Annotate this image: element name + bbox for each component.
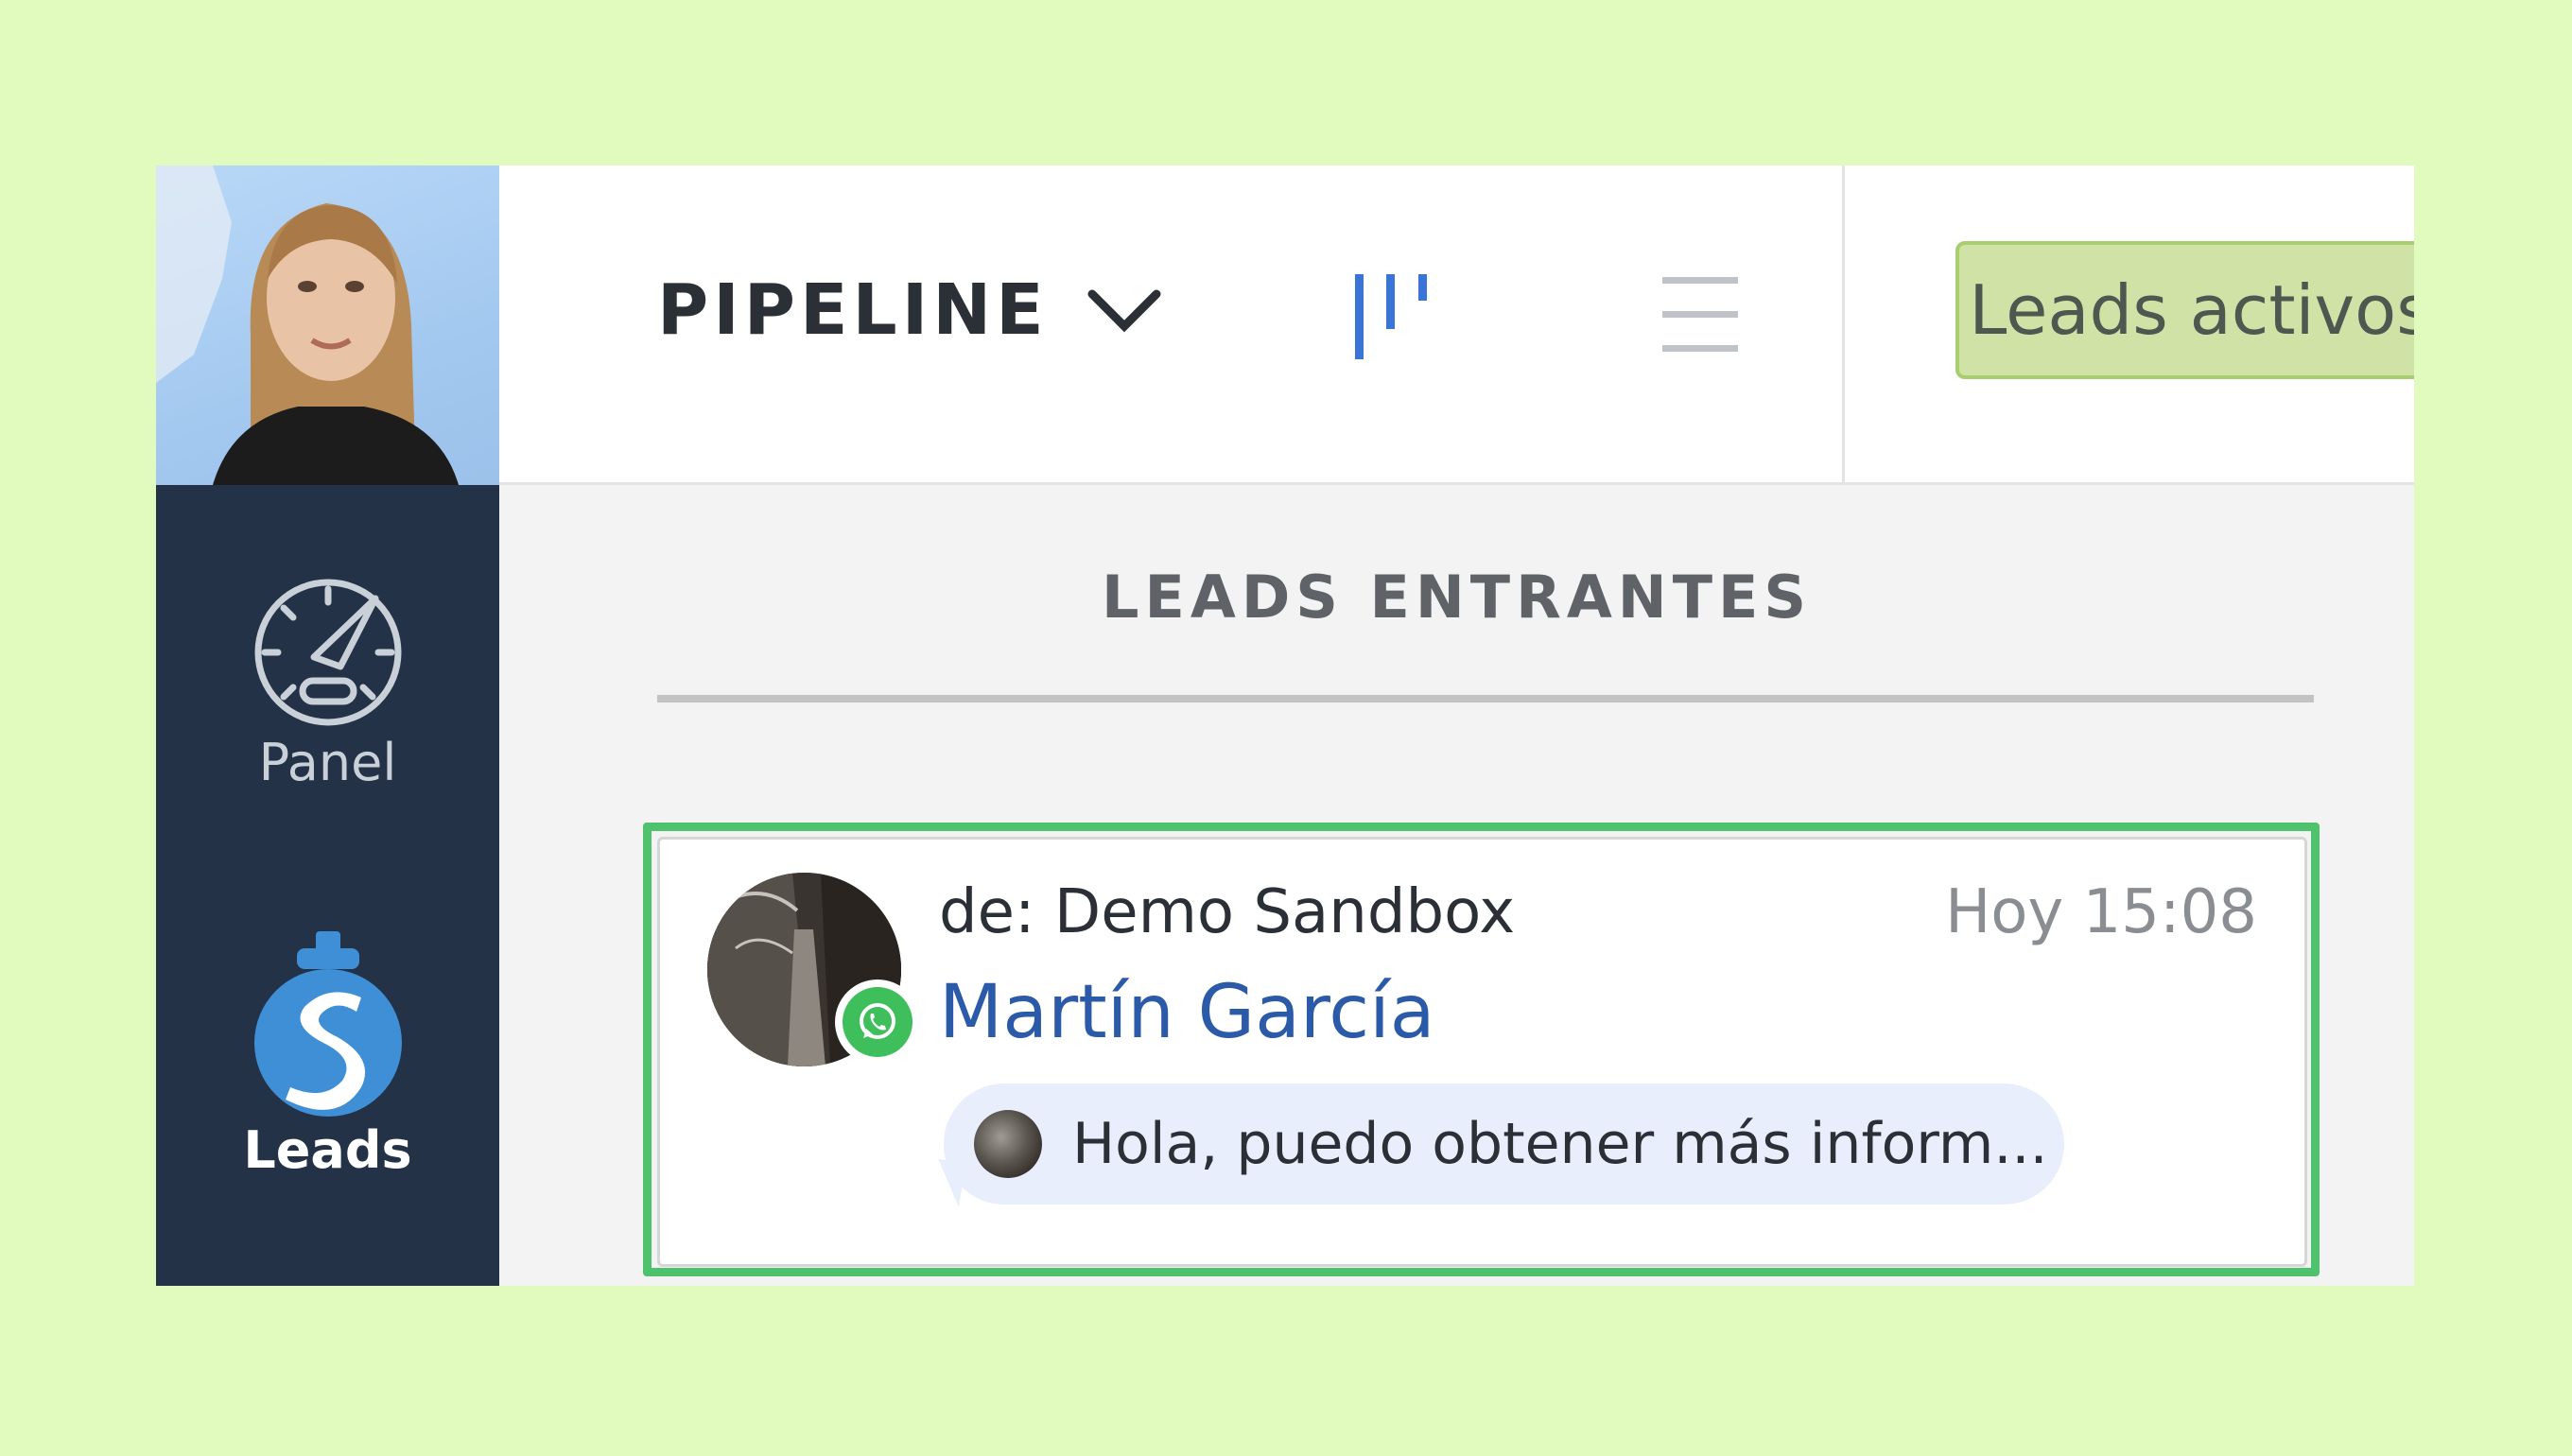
last-message-bubble[interactable]: Hola, puedo obtener más inform... xyxy=(944,1083,2064,1205)
sidebar-item-label: Leads xyxy=(243,1120,412,1180)
last-message-text: Hola, puedo obtener más inform... xyxy=(1072,1111,2048,1177)
app-frame: Panel Leads PIPELINE Leads activos LEADS… xyxy=(156,165,2414,1286)
user-avatar[interactable] xyxy=(156,165,499,485)
sidebar-item-leads[interactable]: Leads xyxy=(156,931,499,1180)
column-underline xyxy=(657,695,2314,702)
list-view-button[interactable] xyxy=(1658,271,1743,360)
dollar-s-bag-icon xyxy=(253,931,402,1117)
whatsapp-icon xyxy=(860,1003,895,1039)
leads-activos-filter-button[interactable]: Leads activos xyxy=(1955,241,2414,379)
list-icon xyxy=(1662,277,1738,352)
whatsapp-badge xyxy=(835,979,920,1065)
gauge-icon xyxy=(254,579,401,726)
pipeline-selector[interactable]: PIPELINE xyxy=(657,269,1162,351)
top-bar: PIPELINE Leads activos Bú xyxy=(499,165,2414,485)
sidebar-item-label: Panel xyxy=(258,733,397,792)
user-photo-icon xyxy=(156,165,459,485)
header-divider xyxy=(1842,165,1845,482)
sidebar: Panel Leads xyxy=(156,165,499,1286)
column-title: LEADS ENTRANTES xyxy=(1102,563,1812,632)
sidebar-item-panel[interactable]: Panel xyxy=(156,572,499,792)
kanban-view-button[interactable] xyxy=(1350,269,1435,368)
pipeline-label: PIPELINE xyxy=(657,269,1049,351)
lead-source: de: Demo Sandbox xyxy=(939,877,1516,947)
kanban-icon xyxy=(1355,274,1427,359)
lead-card[interactable]: de: Demo Sandbox Hoy 15:08 Martín García… xyxy=(657,837,2307,1267)
message-avatar xyxy=(974,1110,1042,1178)
chevron-down-icon xyxy=(1087,289,1161,333)
lead-name-link[interactable]: Martín García xyxy=(939,970,1435,1055)
lead-timestamp: Hoy 15:08 xyxy=(1945,877,2257,947)
